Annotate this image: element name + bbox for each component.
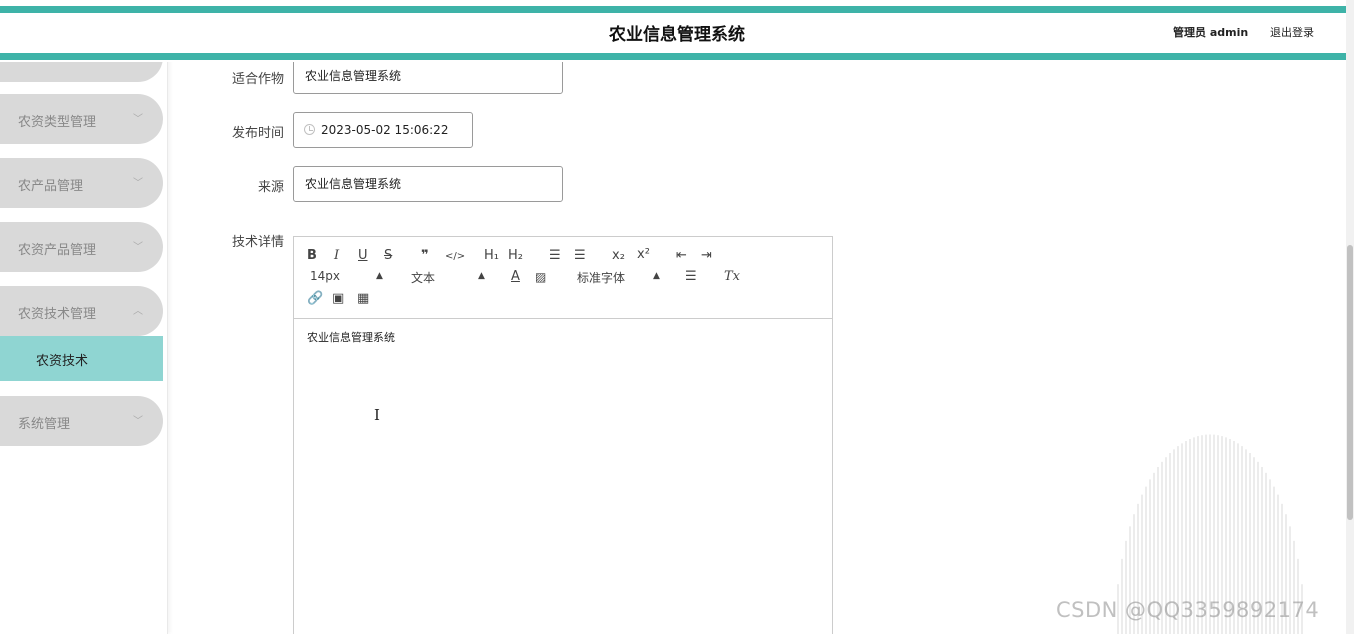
sidebar-item-label: 农产品管理	[18, 179, 84, 194]
underline-button[interactable]: U	[358, 248, 368, 264]
strike-button[interactable]: S	[384, 248, 392, 264]
text-type-select[interactable]: 文本	[411, 269, 435, 286]
sidebar-item-label: 农资技术管理	[18, 307, 97, 322]
page-title: 农业信息管理系统	[609, 25, 745, 45]
outdent-button[interactable]: ⇤	[676, 248, 687, 264]
publish-time-field[interactable]: 2023-05-02 15:06:22	[293, 112, 473, 148]
chevron-up-icon: ︿	[133, 306, 143, 317]
align-icon[interactable]: ☰	[685, 269, 697, 285]
scrollbar[interactable]	[1346, 0, 1354, 634]
italic-button[interactable]: I	[334, 248, 339, 264]
sidebar-item-tech-manage[interactable]: 农资技术管理 ︿	[0, 286, 163, 336]
sidebar-subitem-label: 农资技术	[36, 354, 89, 369]
rich-text-editor: B I U S ❞ </> H₁ H₂ ☰ ☰ x₂ x² ⇤ ⇥ 14px ▲…	[293, 236, 833, 634]
publish-time-value: 2023-05-02 15:06:22	[321, 123, 449, 137]
sidebar-item-system[interactable]: 系统管理 ﹀	[0, 396, 163, 446]
header-stripe	[0, 53, 1346, 60]
chevron-down-icon: ﹀	[133, 416, 143, 427]
sidebar-item-farm-product[interactable]: 农产品管理 ﹀	[0, 158, 163, 208]
font-color-icon[interactable]: A	[511, 269, 520, 285]
publish-time-label: 发布时间	[231, 126, 284, 141]
bold-button[interactable]: B	[307, 248, 317, 264]
link-icon[interactable]: 🔗	[307, 291, 323, 307]
clear-format-button[interactable]: Tx	[724, 269, 740, 285]
font-size-select[interactable]: 14px	[310, 269, 340, 283]
crop-field[interactable]: 农业信息管理系统	[293, 58, 563, 94]
chevron-down-icon: ﹀	[133, 178, 143, 189]
detail-label: 技术详情	[231, 235, 284, 250]
chevron-down-icon: ﹀	[133, 114, 143, 125]
font-family-select[interactable]: 标准字体	[577, 269, 625, 286]
subscript-button[interactable]: x₂	[612, 248, 625, 264]
logout-button[interactable]: 退出登录	[1270, 24, 1314, 40]
select-arrow-icon[interactable]: ▲	[653, 271, 660, 281]
code-button[interactable]: </>	[445, 249, 465, 265]
header-stripe	[0, 6, 1346, 13]
h2-button[interactable]: H₂	[508, 248, 523, 264]
admin-label: 管理员 admin	[1173, 26, 1249, 39]
text-cursor-icon: I	[374, 406, 380, 424]
watermark: CSDN @QQ3359892174	[1056, 598, 1320, 622]
bullet-list-button[interactable]: ☰	[574, 248, 586, 264]
select-arrow-icon[interactable]: ▲	[376, 271, 383, 281]
editor-content[interactable]: 农业信息管理系统	[307, 329, 395, 345]
source-field[interactable]: 农业信息管理系统	[293, 166, 563, 202]
sidebar-item-farm-type[interactable]: 农资类型管理 ﹀	[0, 94, 163, 144]
sidebar-item-label: 农资类型管理	[18, 115, 97, 130]
header: 农业信息管理系统 管理员 admin 退出登录	[0, 0, 1346, 62]
video-icon[interactable]: ▦	[357, 291, 369, 307]
chevron-down-icon: ﹀	[133, 242, 143, 253]
sidebar-item-label: 农资产品管理	[18, 243, 97, 258]
sidebar-item-supply-product[interactable]: 农资产品管理 ﹀	[0, 222, 163, 272]
quote-button[interactable]: ❞	[421, 248, 429, 264]
indent-button[interactable]: ⇥	[701, 248, 712, 264]
scrollbar-thumb[interactable]	[1347, 245, 1353, 520]
background-color-icon[interactable]: ▨	[535, 269, 546, 285]
sidebar-subitem-tech[interactable]: 农资技术	[0, 336, 163, 381]
source-label: 来源	[257, 180, 284, 195]
editor-toolbar: B I U S ❞ </> H₁ H₂ ☰ ☰ x₂ x² ⇤ ⇥ 14px ▲…	[294, 237, 832, 319]
superscript-button[interactable]: x²	[637, 247, 650, 263]
select-arrow-icon[interactable]: ▲	[478, 271, 485, 281]
clock-icon	[304, 124, 315, 135]
sidebar: 农资类型管理 ﹀ 农产品管理 ﹀ 农资产品管理 ﹀ 农资技术管理 ︿ 农资技术 …	[0, 0, 168, 634]
crop-label: 适合作物	[231, 72, 284, 87]
sidebar-item-label: 系统管理	[18, 417, 71, 432]
h1-button[interactable]: H₁	[484, 248, 499, 264]
ordered-list-button[interactable]: ☰	[549, 248, 561, 264]
image-icon[interactable]: ▣	[332, 291, 344, 307]
